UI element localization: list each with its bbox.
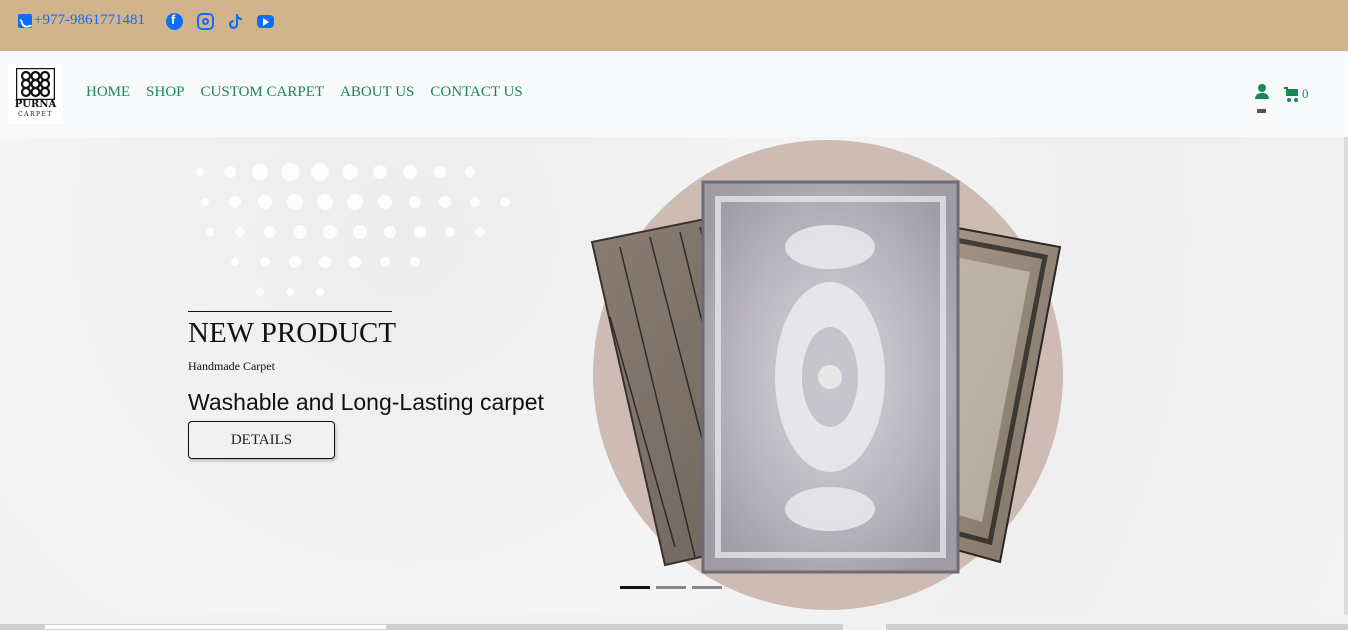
main-menu: HOME SHOP CUSTOM CARPET ABOUT US CONTACT… <box>86 84 523 101</box>
title-rule <box>188 311 392 312</box>
carousel-indicator-1[interactable] <box>620 586 650 589</box>
carousel-indicator-2[interactable] <box>656 586 686 589</box>
user-icon[interactable] <box>1255 84 1269 100</box>
phone-icon <box>18 13 32 28</box>
page-scrollbar[interactable] <box>1344 137 1348 615</box>
navbar: PURNA CARPET HOME SHOP CUSTOM CARPET ABO… <box>0 51 1348 137</box>
nav-home[interactable]: HOME <box>86 84 130 101</box>
tiktok-icon[interactable] <box>227 13 244 30</box>
user-dropdown-indicator[interactable] <box>1257 109 1266 113</box>
carpet-product-image <box>590 180 1062 574</box>
carousel-indicator-3[interactable] <box>692 586 722 589</box>
section-strip <box>0 624 44 630</box>
hero-subtitle: Handmade Carpet <box>188 359 275 373</box>
hero-title: NEW PRODUCT <box>188 317 397 349</box>
logo-mark <box>16 68 55 100</box>
top-bar: +977-9861771481 <box>0 0 1348 51</box>
phone-link[interactable]: +977-9861771481 <box>18 12 145 29</box>
nav-contact-us[interactable]: CONTACT US <box>430 84 522 101</box>
details-button[interactable]: DETAILS <box>188 421 335 459</box>
hero-tagline: Washable and Long-Lasting carpet <box>188 389 544 415</box>
nav-about-us[interactable]: ABOUT US <box>340 84 414 101</box>
nav-custom-carpet[interactable]: CUSTOM CARPET <box>201 84 325 101</box>
phone-number: +977-9861771481 <box>34 12 145 28</box>
brand-sub: CARPET <box>18 111 53 118</box>
brand-logo[interactable]: PURNA CARPET <box>8 64 63 124</box>
brand-name: PURNA <box>14 99 57 110</box>
section-strip <box>886 624 1348 630</box>
hero-carousel: NEW PRODUCT Handmade Carpet Washable and… <box>0 137 1348 615</box>
facebook-icon[interactable] <box>166 12 183 30</box>
section-strip <box>387 624 843 630</box>
section-card <box>44 624 387 630</box>
youtube-icon[interactable] <box>257 15 274 28</box>
cart-count[interactable]: 0 <box>1302 86 1309 102</box>
nav-shop[interactable]: SHOP <box>146 84 184 101</box>
next-section-preview <box>0 615 1348 630</box>
cart-icon[interactable] <box>1284 87 1299 102</box>
instagram-icon[interactable] <box>197 13 214 30</box>
